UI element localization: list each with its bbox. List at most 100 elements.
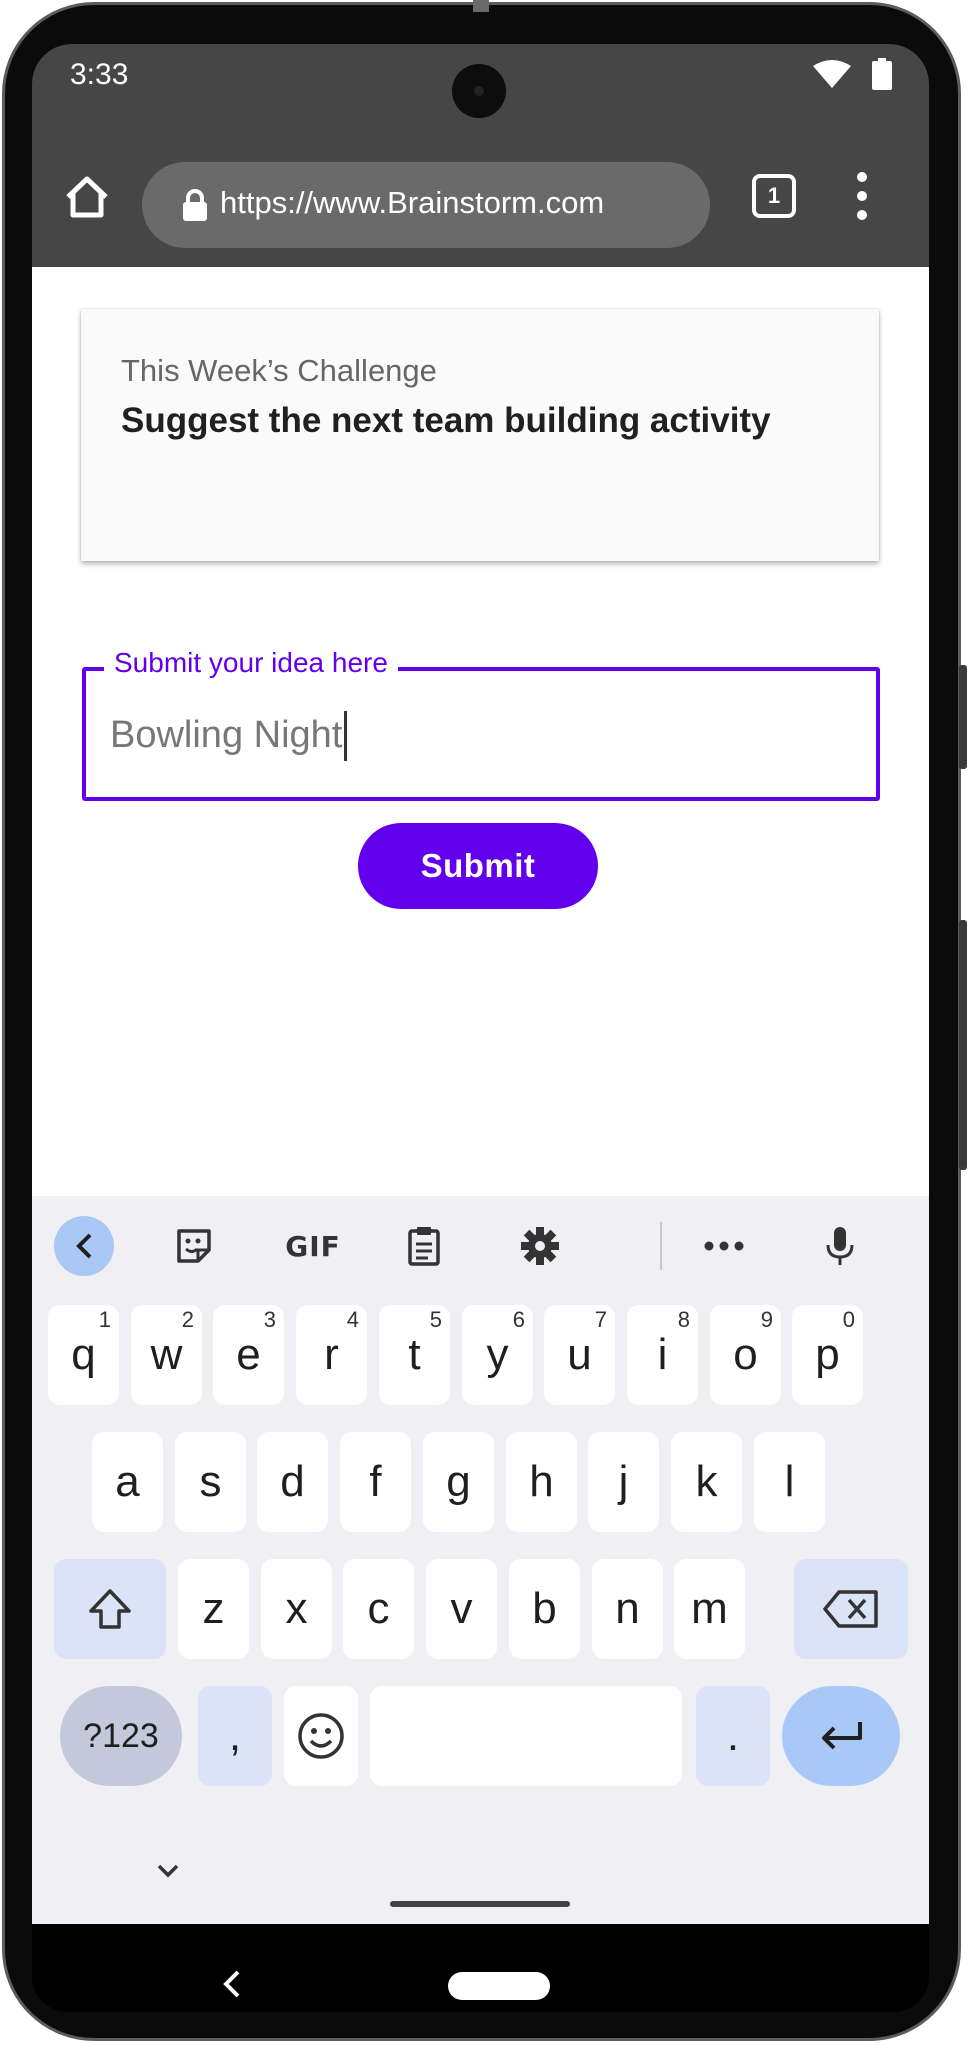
key-label: q <box>71 1330 96 1379</box>
key-hint: 3 <box>263 1307 276 1332</box>
status-bar: 3:33 <box>32 44 929 130</box>
more-options-button[interactable] <box>694 1216 754 1276</box>
gif-button[interactable]: GIF <box>278 1216 348 1276</box>
key-label: p <box>815 1330 840 1379</box>
keyboard-collapse-icon[interactable] <box>152 1858 184 1884</box>
key-p[interactable]: p0 <box>792 1305 863 1405</box>
clipboard-icon <box>408 1227 440 1266</box>
sticker-button[interactable] <box>164 1216 224 1276</box>
idea-input[interactable] <box>110 707 850 763</box>
keyboard-back-button[interactable] <box>54 1216 114 1276</box>
key-label: u <box>567 1330 592 1379</box>
key-label: i <box>657 1330 668 1379</box>
key-label: m <box>691 1584 728 1633</box>
key-k[interactable]: k <box>671 1432 742 1532</box>
battery-icon <box>872 58 892 90</box>
settings-button[interactable] <box>510 1216 570 1276</box>
key-b[interactable]: b <box>509 1559 580 1659</box>
key-l[interactable]: l <box>754 1432 825 1532</box>
soft-keyboard: GIF ?123 , . q 1 w 2 e 3 r 4 t 5 y 6 u 7… <box>32 1196 929 1924</box>
nav-back-icon[interactable] <box>218 1968 246 2000</box>
home-button[interactable] <box>62 172 112 222</box>
key-i[interactable]: i8 <box>627 1305 698 1405</box>
key-n[interactable]: n <box>592 1559 663 1659</box>
idea-field-label: Submit your idea here <box>104 647 398 679</box>
symbols-key-label: ?123 <box>83 1716 159 1755</box>
key-label: z <box>202 1584 225 1633</box>
key-u[interactable]: u7 <box>544 1305 615 1405</box>
key-label: b <box>532 1584 557 1633</box>
key-v[interactable]: v <box>426 1559 497 1659</box>
comma-key[interactable]: , <box>198 1686 272 1786</box>
lock-icon <box>183 189 207 221</box>
key-hint: 4 <box>346 1307 359 1332</box>
enter-key[interactable] <box>782 1686 900 1786</box>
key-y[interactable]: y6 <box>462 1305 533 1405</box>
shift-key[interactable] <box>54 1559 166 1659</box>
key-x[interactable]: x <box>261 1559 332 1659</box>
key-m[interactable]: m <box>674 1559 745 1659</box>
key-label: e <box>236 1330 261 1379</box>
key-f[interactable]: f <box>340 1432 411 1532</box>
key-h[interactable]: h <box>506 1432 577 1532</box>
emoji-icon <box>298 1713 344 1759</box>
period-key-label: . <box>726 1711 740 1760</box>
url-bar[interactable]: https://www.Brainstorm.com <box>142 162 710 248</box>
text-cursor <box>344 711 347 761</box>
clipboard-button[interactable] <box>394 1216 454 1276</box>
challenge-eyebrow: This Week’s Challenge <box>121 353 437 388</box>
more-vert-icon[interactable] <box>850 170 874 222</box>
key-label: y <box>486 1330 509 1379</box>
key-j[interactable]: j <box>588 1432 659 1532</box>
key-a[interactable]: a <box>92 1432 163 1532</box>
key-label: r <box>324 1330 339 1379</box>
key-r[interactable]: r4 <box>296 1305 367 1405</box>
period-key[interactable]: . <box>696 1686 770 1786</box>
voice-input-button[interactable] <box>810 1216 870 1276</box>
key-hint: 0 <box>842 1307 855 1332</box>
backspace-icon <box>823 1590 878 1628</box>
keyboard-toolbar-divider <box>660 1222 662 1270</box>
key-label: f <box>369 1457 382 1506</box>
key-g[interactable]: g <box>423 1432 494 1532</box>
keyboard-toolbar: GIF <box>32 1196 929 1294</box>
key-label: a <box>115 1457 140 1506</box>
key-q[interactable]: q1 <box>48 1305 119 1405</box>
key-hint: 6 <box>512 1307 525 1332</box>
key-label: n <box>615 1584 640 1633</box>
side-button-power <box>959 665 967 769</box>
key-z[interactable]: z <box>178 1559 249 1659</box>
key-s[interactable]: s <box>175 1432 246 1532</box>
sticker-icon <box>177 1229 211 1263</box>
top-notch <box>473 0 489 12</box>
key-hint: 7 <box>594 1307 607 1332</box>
system-nav-bar <box>32 1924 929 2012</box>
key-label: j <box>618 1457 629 1506</box>
space-key[interactable] <box>370 1686 682 1786</box>
key-label: l <box>784 1457 795 1506</box>
key-w[interactable]: w2 <box>131 1305 202 1405</box>
gif-icon: GIF <box>285 1229 341 1263</box>
key-label: k <box>695 1457 718 1506</box>
url-text: https://www.Brainstorm.com <box>220 185 605 220</box>
key-c[interactable]: c <box>343 1559 414 1659</box>
key-label: v <box>450 1584 473 1633</box>
idea-field[interactable]: Submit your idea here <box>82 647 880 801</box>
key-hint: 8 <box>677 1307 690 1332</box>
settings-icon <box>521 1227 559 1265</box>
key-d[interactable]: d <box>257 1432 328 1532</box>
comma-key-label: , <box>228 1711 242 1760</box>
challenge-title: Suggest the next team building activity <box>121 401 771 440</box>
key-t[interactable]: t5 <box>379 1305 450 1405</box>
key-o[interactable]: o9 <box>710 1305 781 1405</box>
backspace-key[interactable] <box>794 1559 908 1659</box>
emoji-key[interactable] <box>284 1686 358 1786</box>
tabs-button[interactable]: 1 <box>752 174 796 218</box>
key-e[interactable]: e3 <box>213 1305 284 1405</box>
front-camera <box>452 64 506 118</box>
shift-icon <box>89 1589 131 1629</box>
submit-button[interactable]: Submit <box>358 823 598 909</box>
browser-toolbar: https://www.Brainstorm.com 1 <box>32 130 929 267</box>
nav-home-button[interactable] <box>448 1972 550 2000</box>
symbols-key[interactable]: ?123 <box>60 1686 182 1786</box>
